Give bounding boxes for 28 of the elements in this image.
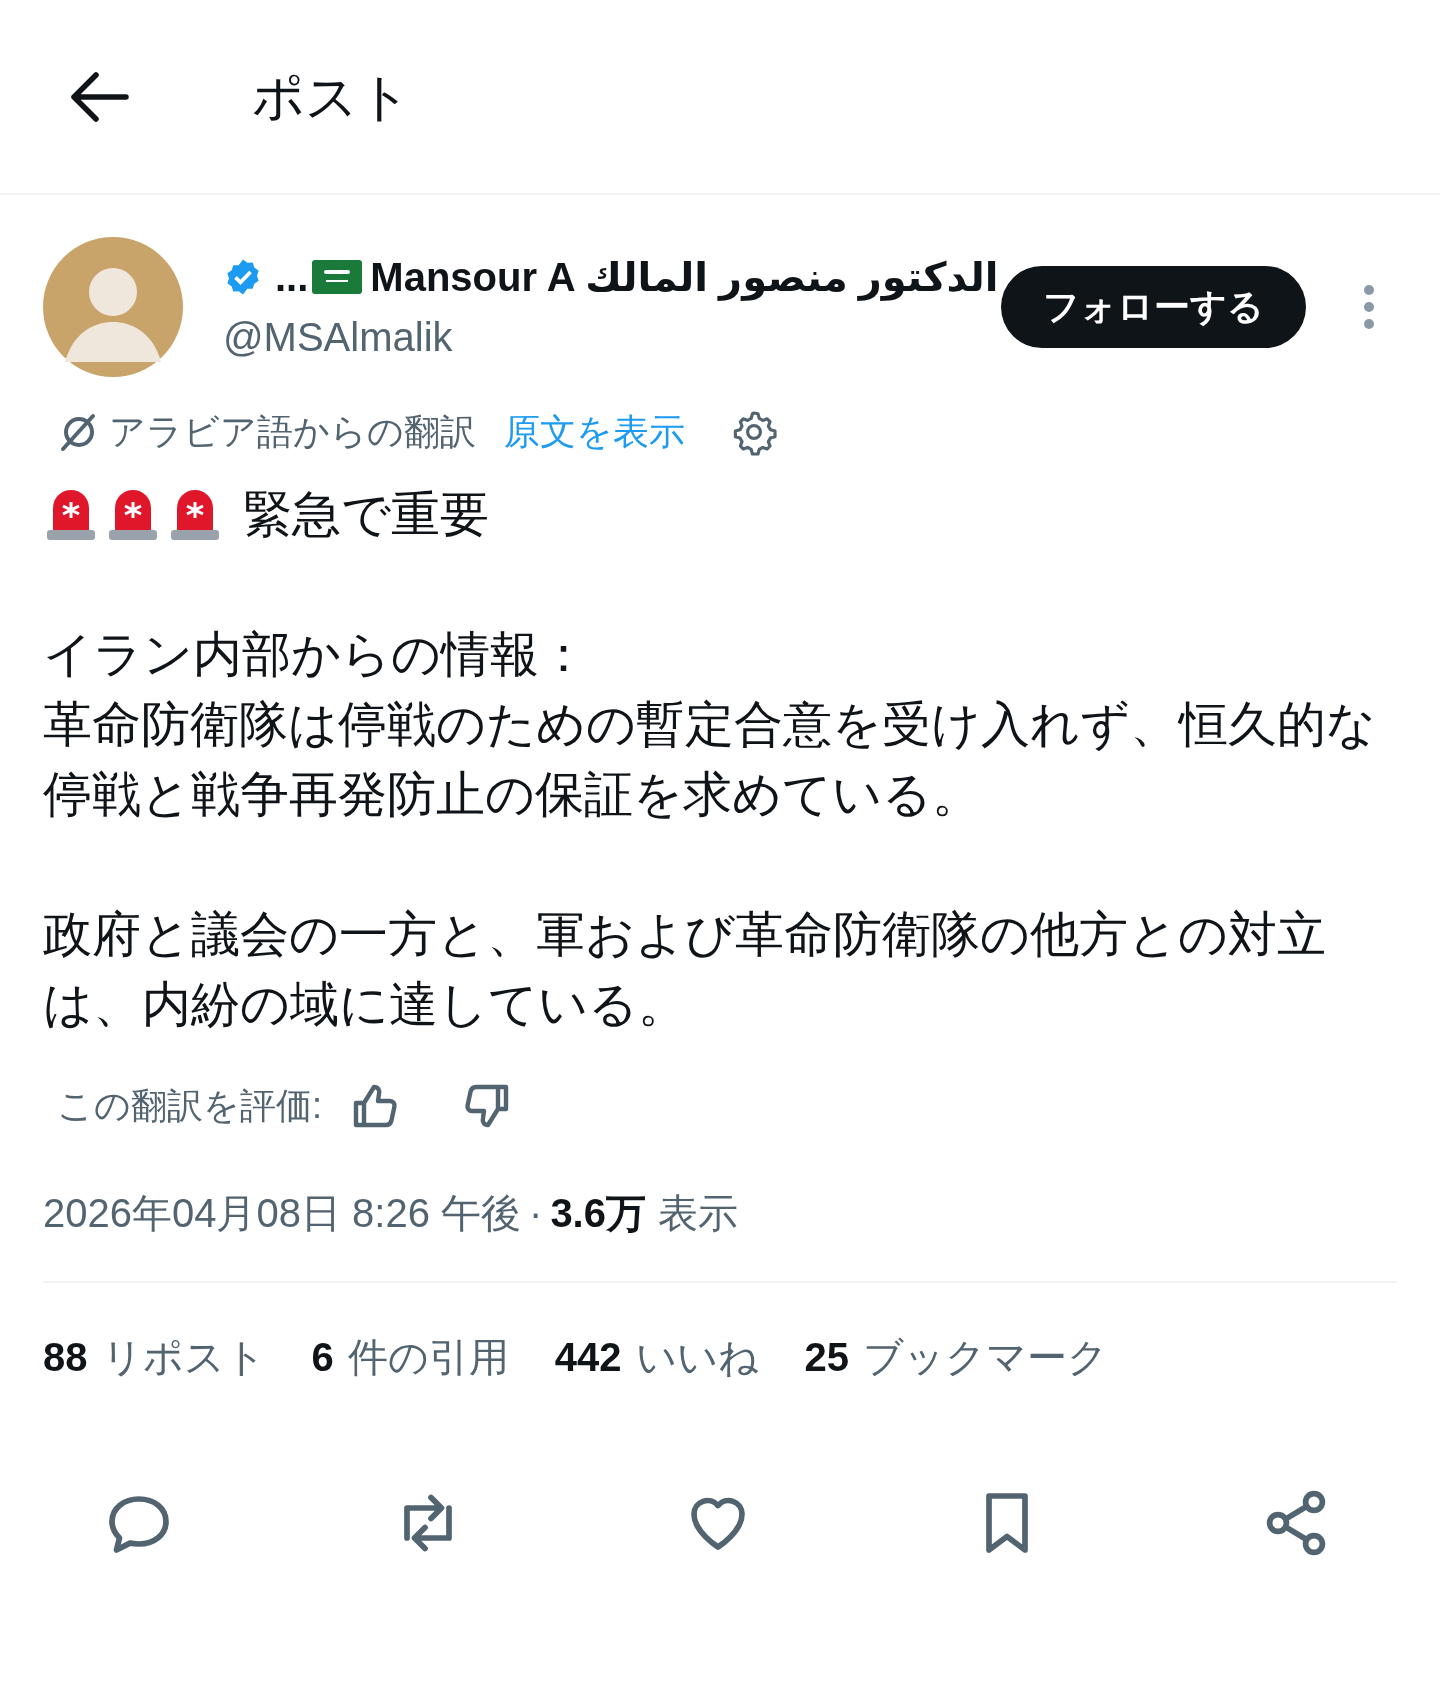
view-label: 表示 [658,1190,738,1237]
flag-icon [312,260,363,294]
translation-label: アラビア語からの翻訳 [109,410,476,454]
back-icon[interactable] [68,70,130,123]
thumbs-down-icon[interactable] [462,1083,510,1129]
stat-label[interactable]: リポスト [101,1327,266,1387]
follow-button[interactable]: フォローする [1001,266,1306,348]
post-timestamp[interactable]: 2026年04月08日 8:26 午後 [43,1183,522,1243]
author-name: Mansour A الدكتور منصور المالك [370,254,999,303]
author-handle[interactable]: @MSAlmalik [223,307,1001,367]
name-ellipsis: ... [275,254,309,301]
rating-label: この翻訳を評価: [57,1084,322,1128]
tweet-text: イラン内部からの情報： [43,626,589,683]
stat-count[interactable]: 88 [43,1327,88,1387]
stat-label[interactable]: ブックマーク [863,1327,1108,1387]
view-count: 3.6万 [550,1190,646,1237]
separator-dot: · [529,1190,543,1237]
stat-label[interactable]: 件の引用 [347,1327,509,1387]
tweet-text: 政府と議会の一方と、軍および革命防衛隊の他方との対立は、内紛の域に達している。 [43,906,1327,1033]
stat-label[interactable]: いいね [635,1327,759,1387]
stat-count[interactable]: 442 [554,1327,622,1387]
page-title: ポスト [252,66,411,128]
more-icon[interactable] [1361,284,1377,330]
thumbs-up-icon[interactable] [352,1083,400,1129]
stat-count[interactable]: 6 [311,1327,334,1387]
stat-count[interactable]: 25 [804,1327,849,1387]
alert-heading: 緊急で重要 [243,486,489,543]
tweet-text: 革命防衛隊は停戦のための暫定合意を受け入れず、恒久的な停戦と戦争再発防止の保証を求めている。 [43,696,1377,823]
